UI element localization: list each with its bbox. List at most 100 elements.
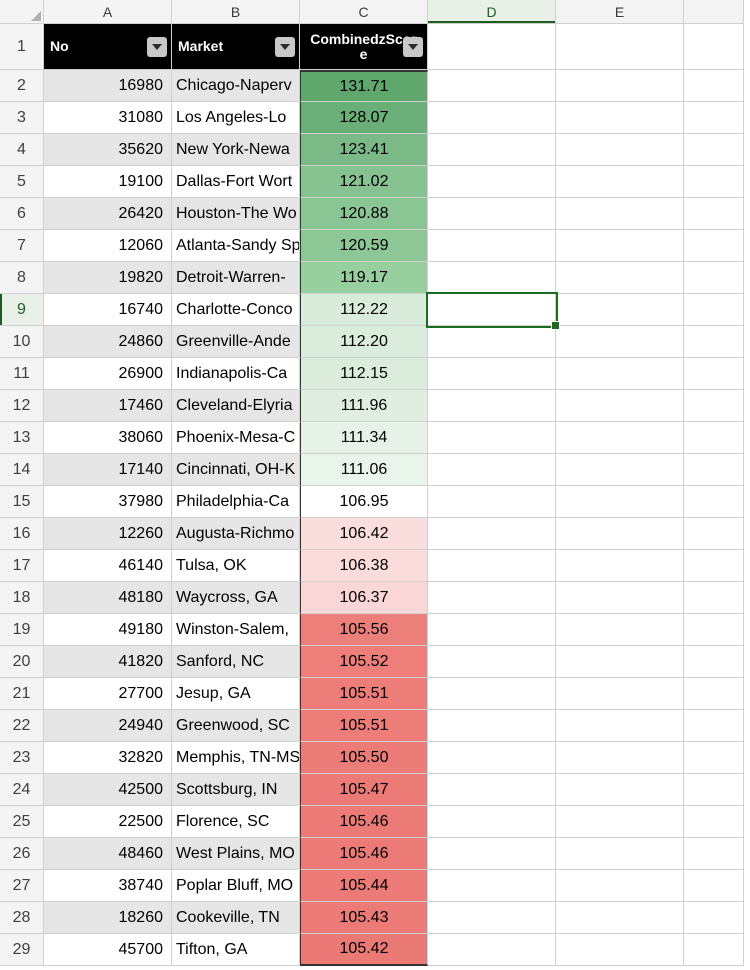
cell-score[interactable]: 105.42 (300, 934, 428, 966)
empty-cell[interactable] (428, 230, 556, 262)
row-header-12[interactable]: 12 (0, 390, 44, 422)
empty-cell[interactable] (684, 934, 744, 966)
cell-market[interactable]: Augusta-Richmo (172, 518, 300, 550)
row-header-25[interactable]: 25 (0, 806, 44, 838)
empty-cell[interactable] (684, 70, 744, 102)
cell-score[interactable]: 121.02 (300, 166, 428, 198)
cell-no[interactable]: 16980 (44, 70, 172, 102)
empty-cell[interactable] (684, 230, 744, 262)
empty-cell[interactable] (428, 742, 556, 774)
empty-cell[interactable] (684, 102, 744, 134)
cell-no[interactable]: 37980 (44, 486, 172, 518)
empty-cell[interactable] (428, 422, 556, 454)
cell-no[interactable]: 12060 (44, 230, 172, 262)
cell-score[interactable]: 105.51 (300, 678, 428, 710)
empty-cell[interactable] (428, 390, 556, 422)
empty-cell[interactable] (556, 102, 684, 134)
cell-no[interactable]: 41820 (44, 646, 172, 678)
cell-score[interactable]: 120.88 (300, 198, 428, 230)
empty-cell[interactable] (684, 774, 744, 806)
cell-no[interactable]: 18260 (44, 902, 172, 934)
cell-score[interactable]: 119.17 (300, 262, 428, 294)
empty-cell[interactable] (684, 390, 744, 422)
cell-market[interactable]: Winston-Salem, (172, 614, 300, 646)
empty-cell[interactable] (556, 518, 684, 550)
filter-dropdown-icon[interactable] (275, 37, 295, 57)
empty-cell[interactable] (428, 262, 556, 294)
empty-cell[interactable] (556, 454, 684, 486)
cell-market[interactable]: Poplar Bluff, MO (172, 870, 300, 902)
row-header-19[interactable]: 19 (0, 614, 44, 646)
empty-cell[interactable] (428, 134, 556, 166)
cell-market[interactable]: Houston-The Wo (172, 198, 300, 230)
empty-cell[interactable] (556, 294, 684, 326)
empty-cell[interactable] (428, 870, 556, 902)
cell-no[interactable]: 32820 (44, 742, 172, 774)
cell-market[interactable]: Greenville-Ande (172, 326, 300, 358)
empty-cell[interactable] (684, 262, 744, 294)
empty-cell[interactable] (556, 390, 684, 422)
empty-cell[interactable] (556, 550, 684, 582)
row-header-24[interactable]: 24 (0, 774, 44, 806)
cell-no[interactable]: 35620 (44, 134, 172, 166)
table-header-c[interactable]: CombinedzScore (300, 24, 428, 70)
select-all-corner[interactable] (0, 0, 44, 24)
empty-cell[interactable] (428, 582, 556, 614)
cell-market[interactable]: Greenwood, SC (172, 710, 300, 742)
cell-market[interactable]: Los Angeles-Lo (172, 102, 300, 134)
row-header-16[interactable]: 16 (0, 518, 44, 550)
cell-no[interactable]: 17460 (44, 390, 172, 422)
row-header-10[interactable]: 10 (0, 326, 44, 358)
cell-market[interactable]: Waycross, GA (172, 582, 300, 614)
cell-no[interactable]: 19100 (44, 166, 172, 198)
cell-no[interactable]: 26900 (44, 358, 172, 390)
empty-cell[interactable] (684, 838, 744, 870)
row-header-1[interactable]: 1 (0, 24, 44, 70)
cell-no[interactable]: 26420 (44, 198, 172, 230)
column-header-blank[interactable] (684, 0, 744, 24)
empty-cell[interactable] (428, 614, 556, 646)
empty-cell[interactable] (684, 742, 744, 774)
empty-cell[interactable] (556, 230, 684, 262)
empty-cell[interactable] (556, 134, 684, 166)
row-header-23[interactable]: 23 (0, 742, 44, 774)
cell-score[interactable]: 105.56 (300, 614, 428, 646)
cell-score[interactable]: 112.20 (300, 326, 428, 358)
empty-cell[interactable] (556, 582, 684, 614)
table-header-b[interactable]: Market (172, 24, 300, 70)
cell-score[interactable]: 106.37 (300, 582, 428, 614)
empty-cell[interactable] (556, 678, 684, 710)
cell-market[interactable]: Sanford, NC (172, 646, 300, 678)
empty-cell[interactable] (684, 806, 744, 838)
row-header-11[interactable]: 11 (0, 358, 44, 390)
row-header-22[interactable]: 22 (0, 710, 44, 742)
empty-cell[interactable] (684, 358, 744, 390)
cell-score[interactable]: 128.07 (300, 102, 428, 134)
cell-no[interactable]: 38740 (44, 870, 172, 902)
cell-no[interactable]: 42500 (44, 774, 172, 806)
column-header-C[interactable]: C (300, 0, 428, 24)
cell-score[interactable]: 123.41 (300, 134, 428, 166)
cell-market[interactable]: Scottsburg, IN (172, 774, 300, 806)
cell-market[interactable]: Indianapolis-Ca (172, 358, 300, 390)
empty-cell[interactable] (684, 710, 744, 742)
empty-cell[interactable] (556, 646, 684, 678)
cell-no[interactable]: 48460 (44, 838, 172, 870)
empty-cell[interactable] (684, 24, 744, 70)
empty-cell[interactable] (556, 358, 684, 390)
empty-cell[interactable] (428, 166, 556, 198)
row-header-27[interactable]: 27 (0, 870, 44, 902)
cell-no[interactable]: 46140 (44, 550, 172, 582)
cell-no[interactable]: 24860 (44, 326, 172, 358)
row-header-8[interactable]: 8 (0, 262, 44, 294)
filter-dropdown-icon[interactable] (147, 37, 167, 57)
cell-no[interactable]: 45700 (44, 934, 172, 966)
cell-score[interactable]: 105.51 (300, 710, 428, 742)
cell-no[interactable]: 17140 (44, 454, 172, 486)
empty-cell[interactable] (428, 102, 556, 134)
column-header-D[interactable]: D (428, 0, 556, 24)
table-header-a[interactable]: No (44, 24, 172, 70)
spreadsheet-grid[interactable]: ABCDE1NoMarketCombinedzScore216980Chicag… (0, 0, 750, 966)
cell-market[interactable]: Florence, SC (172, 806, 300, 838)
empty-cell[interactable] (556, 934, 684, 966)
